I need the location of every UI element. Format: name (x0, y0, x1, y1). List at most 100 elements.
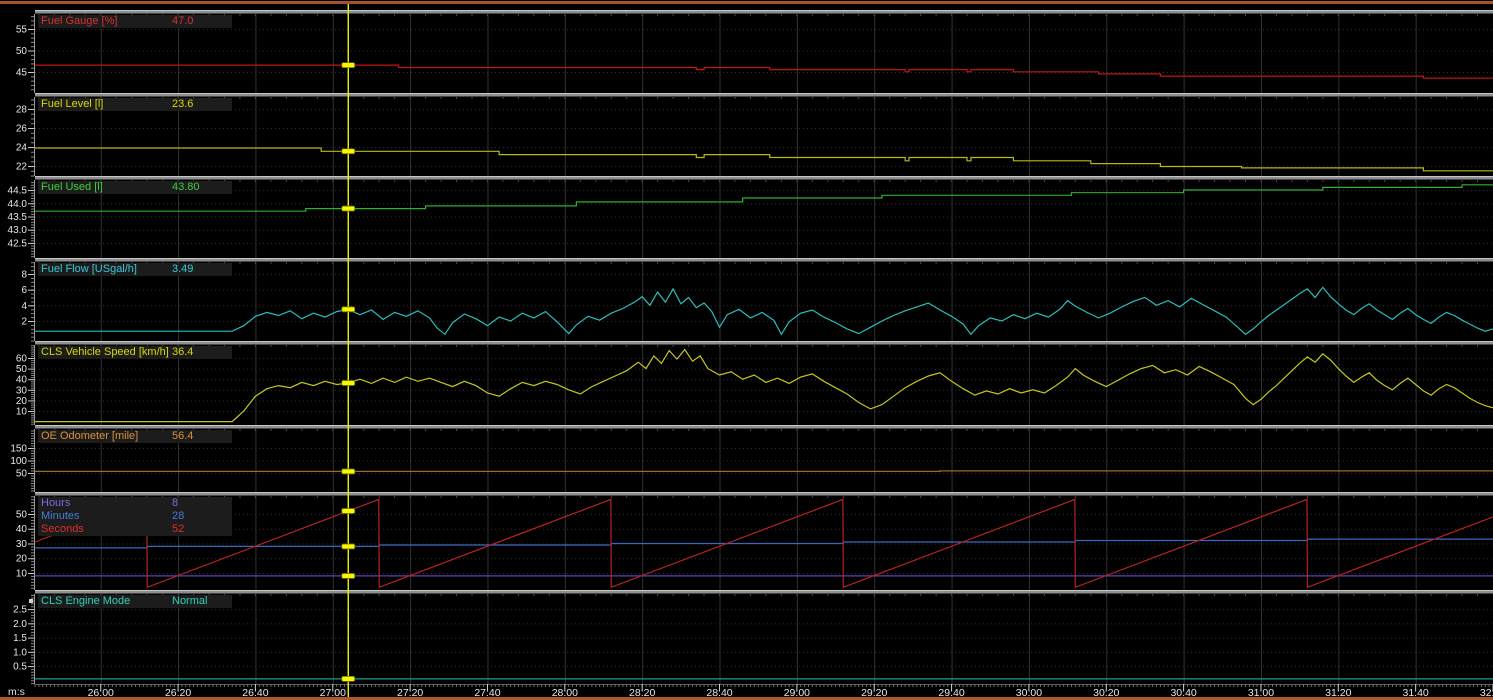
cursor-marker-fuel-used[interactable] (342, 206, 355, 211)
y-axis-clock[interactable]: 5040302010 (16, 496, 35, 590)
signal-row-fuel-used[interactable]: Fuel Used [l] 43.80 (38, 181, 232, 194)
signal-value: Normal (172, 595, 207, 608)
panel-header-fuel-flow: Fuel Flow [USgal/h]3.49 (38, 263, 232, 276)
y-tick-label: 150 (10, 444, 27, 455)
y-axis-engine-mode[interactable]: 2.5 2.0 1.5 1.0 0.5 (13, 594, 34, 684)
xaxis-unit-label: m:s (8, 686, 25, 698)
signal-label: CLS Vehicle Speed [km/h] (41, 346, 169, 359)
signal-row-fuel-flow[interactable]: Fuel Flow [USgal/h]3.49 (38, 263, 232, 276)
y-tick-label: 50 (16, 364, 28, 375)
y-tick-label: 24 (16, 143, 28, 154)
y-tick-label: 43.5 (8, 212, 28, 223)
y-axis-odometer[interactable]: 150100 50 (10, 429, 34, 492)
y-tick-label: 50 (16, 469, 28, 480)
series-fuel-gauge[interactable] (35, 65, 1493, 78)
signal-row-vehicle-speed[interactable]: CLS Vehicle Speed [km/h]36.4 (38, 346, 232, 359)
y-tick-label: 22 (16, 162, 28, 173)
panel-splitter[interactable] (35, 341, 1493, 345)
y-tick-label: 45 (16, 68, 28, 79)
signal-label: Fuel Gauge [%] (41, 15, 117, 28)
cursor-marker-odometer[interactable] (342, 469, 355, 474)
panel-splitter[interactable] (35, 425, 1493, 429)
cursor-marker-engine-mode[interactable] (342, 676, 355, 681)
cursor-marker-minutes[interactable] (342, 544, 355, 549)
series-fuel-used[interactable] (35, 185, 1493, 211)
y-tick-label: 2 (21, 317, 27, 328)
panel-odometer: 150100 50 (10, 429, 1493, 492)
y-tick-label: 26 (16, 123, 28, 134)
panel-header-fuel-level: Fuel Level [l] 23.6 (38, 98, 232, 111)
y-axis-fuel-gauge[interactable]: 55 50 45 (16, 14, 35, 93)
panel-header-fuel-gauge: Fuel Gauge [%] 47.0 (38, 15, 232, 28)
cursor-marker-fuel-level[interactable] (342, 149, 355, 154)
signal-row-fuel-level[interactable]: Fuel Level [l] 23.6 (38, 98, 232, 111)
signal-label: Hours (41, 497, 70, 510)
y-tick-label: 1.5 (13, 633, 27, 644)
y-tick-label: 20 (16, 554, 28, 565)
series-fuel-level[interactable] (35, 148, 1493, 171)
series-vehicle-speed[interactable] (35, 350, 1493, 422)
panel-splitter[interactable] (35, 590, 1493, 594)
signal-row-odometer[interactable]: OE Odometer [mile]56.4 (38, 430, 232, 443)
y-tick-label: 50 (16, 46, 28, 57)
series-odometer[interactable] (35, 471, 1493, 472)
panel-vehicle-speed: 605040302010 (16, 345, 1493, 425)
signal-value: 43.80 (172, 181, 200, 194)
signal-row-clock-0[interactable]: Hours 8 (38, 497, 232, 510)
y-tick-label: 2.0 (13, 619, 27, 630)
signal-row-clock-1[interactable]: Minutes28 (38, 510, 232, 523)
panel-header-engine-mode: CLS Engine Mode Normal (38, 595, 232, 608)
y-tick-label: 8 (21, 269, 27, 280)
cursor-marker-seconds[interactable] (342, 508, 355, 513)
panel-fuel-level: 28262422 (16, 97, 1493, 176)
cursor-marker-fuel-flow[interactable] (342, 307, 355, 312)
y-tick-label: 55 (16, 25, 28, 36)
y-axis-fuel-flow[interactable]: 8 6 4 2 (21, 262, 34, 341)
signal-value: 47.0 (172, 15, 193, 28)
panel-header-clock: Hours 8Minutes28Seconds52 (38, 497, 232, 536)
selected-signal-bullet (29, 599, 33, 603)
cursor-marker-vehicle-speed[interactable] (342, 381, 355, 386)
y-tick-label: 100 (10, 456, 27, 467)
y-tick-label: 60 (16, 353, 28, 364)
panel-splitter[interactable] (35, 492, 1493, 496)
y-tick-label: 20 (16, 396, 28, 407)
y-tick-label: 0.5 (13, 662, 27, 673)
signal-label: Fuel Used [l] (41, 181, 103, 194)
y-axis-vehicle-speed[interactable]: 605040302010 (16, 345, 35, 425)
signal-row-fuel-gauge[interactable]: Fuel Gauge [%] 47.0 (38, 15, 232, 28)
y-tick-label: 6 (21, 285, 27, 296)
series-fuel-flow[interactable] (35, 287, 1493, 334)
panel-header-vehicle-speed: CLS Vehicle Speed [km/h]36.4 (38, 346, 232, 359)
cursor-marker-fuel-gauge[interactable] (342, 63, 355, 68)
y-tick-label: 2.5 (13, 605, 27, 616)
y-tick-label: 42.5 (8, 238, 28, 249)
signal-label: Fuel Level [l] (41, 98, 103, 111)
panel-splitter[interactable] (35, 258, 1493, 262)
panel-splitter[interactable] (35, 176, 1493, 180)
signal-value: 23.6 (172, 98, 193, 111)
panel-header-odometer: OE Odometer [mile]56.4 (38, 430, 232, 443)
y-axis-fuel-level[interactable]: 28262422 (16, 97, 35, 176)
y-axis-fuel-used[interactable]: 44.544.043.543.042.5 (8, 180, 35, 258)
signal-label: CLS Engine Mode (41, 595, 130, 608)
cursor-marker-hours[interactable] (342, 573, 355, 578)
y-tick-label: 50 (16, 509, 28, 520)
y-tick-label: 30 (16, 539, 28, 550)
panel-splitter[interactable] (35, 93, 1493, 97)
panel-splitter[interactable] (35, 10, 1493, 14)
signal-row-clock-2[interactable]: Seconds52 (38, 523, 232, 536)
y-tick-label: 40 (16, 375, 28, 386)
signal-value: 8 (172, 497, 178, 510)
logger-window: 5550452826242244.544.043.543.042.5864260… (0, 0, 1493, 700)
signal-row-engine-mode[interactable]: CLS Engine Mode Normal (38, 595, 232, 608)
y-tick-label: 43.0 (8, 225, 28, 236)
y-tick-label: 44.5 (8, 186, 28, 197)
signal-value: 3.49 (172, 263, 193, 276)
y-tick-label: 1.0 (13, 647, 27, 658)
y-tick-label: 4 (21, 301, 27, 312)
signal-value: 52 (172, 523, 184, 536)
y-tick-label: 30 (16, 385, 28, 396)
signal-label: Minutes (41, 510, 80, 523)
y-tick-label: 40 (16, 524, 28, 535)
